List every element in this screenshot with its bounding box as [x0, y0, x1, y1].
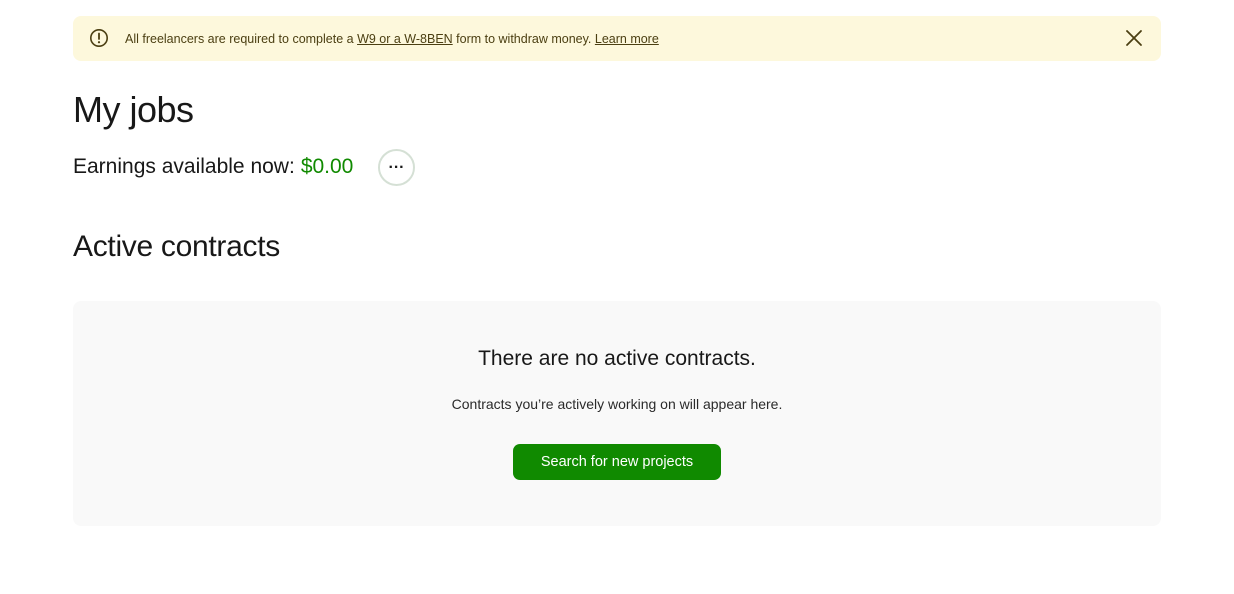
alert-text-before: All freelancers are required to complete…: [125, 32, 358, 46]
earnings-summary: Earnings available now: $0.00: [73, 153, 353, 181]
my-jobs-page: All freelancers are required to complete…: [0, 0, 1234, 594]
alert-text-after: form to withdraw money.: [452, 32, 595, 46]
earnings-label: Earnings available now:: [73, 155, 295, 178]
close-alert-button[interactable]: [1123, 28, 1145, 50]
alert-message: All freelancers are required to complete…: [125, 31, 659, 47]
info-circle-icon: [89, 28, 109, 48]
w9-form-link[interactable]: W9 or a W-8BEN: [357, 32, 453, 46]
active-contracts-title: Active contracts: [73, 230, 280, 263]
learn-more-link[interactable]: Learn more: [595, 32, 659, 46]
search-projects-button[interactable]: Search for new projects: [513, 444, 721, 480]
active-contracts-empty-state: There are no active contracts. Contracts…: [73, 301, 1161, 526]
close-icon: [1124, 28, 1144, 51]
empty-state-description: Contracts you’re actively working on wil…: [451, 396, 783, 412]
earnings-more-button[interactable]: ···: [378, 149, 415, 186]
empty-state-title: There are no active contracts.: [478, 347, 756, 370]
page-title: My jobs: [73, 89, 194, 130]
more-horizontal-icon: ···: [388, 158, 405, 176]
earnings-amount: $0.00: [300, 155, 354, 178]
tax-form-alert-banner: All freelancers are required to complete…: [73, 16, 1161, 61]
